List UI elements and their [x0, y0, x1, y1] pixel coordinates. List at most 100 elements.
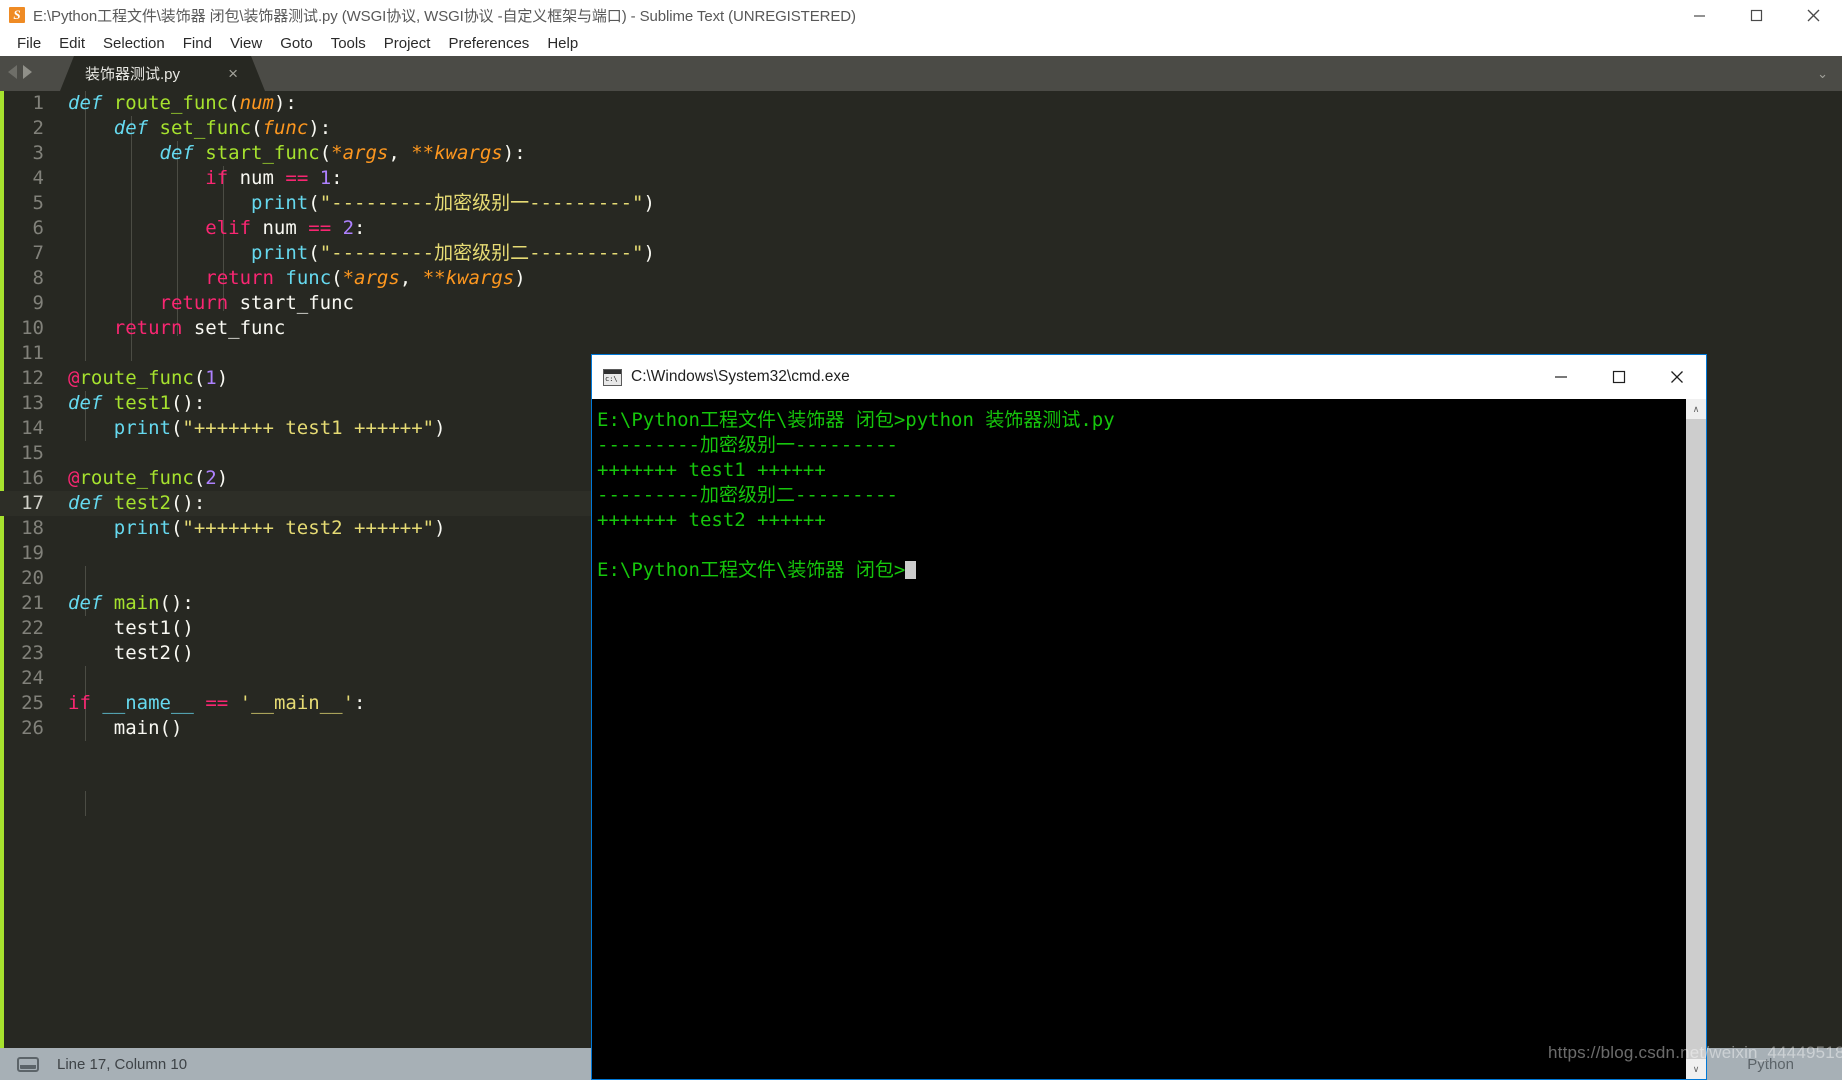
line-number: 24	[21, 667, 44, 689]
minimize-button[interactable]	[1671, 0, 1728, 30]
code-text: @route_func(2)	[68, 467, 229, 489]
code-text: return func(*args, **kwargs)	[205, 267, 526, 289]
code-line[interactable]: 14 print("+++++++ test1 ++++++")	[0, 416, 655, 441]
menu-item-tools[interactable]: Tools	[322, 33, 375, 54]
menu-item-preferences[interactable]: Preferences	[439, 33, 538, 54]
cmd-window[interactable]: C:\Windows\System32\cmd.exe E:\Python工程文…	[591, 354, 1707, 1080]
menu-item-view[interactable]: View	[221, 33, 271, 54]
code-line[interactable]: 22 test1()	[0, 616, 655, 641]
menu-item-find[interactable]: Find	[174, 33, 221, 54]
code-line[interactable]: 9 return start_func	[0, 291, 655, 316]
code-text: return start_func	[159, 292, 354, 314]
chevron-down-icon[interactable]: ⌄	[1817, 67, 1828, 80]
line-number: 18	[21, 517, 44, 539]
cmd-scrollbar[interactable]: ∧ ∨	[1686, 399, 1706, 1079]
scroll-up-icon[interactable]: ∧	[1686, 399, 1706, 419]
code-line[interactable]: 7 print("---------加密级别二---------")	[0, 241, 655, 266]
code-line[interactable]: 17 def test2():	[0, 491, 655, 516]
code-line[interactable]: 20	[0, 566, 655, 591]
code-line[interactable]: 25 if __name__ == '__main__':	[0, 691, 655, 716]
menu-item-file[interactable]: File	[8, 33, 50, 54]
line-number: 1	[32, 92, 44, 114]
indentation-icon[interactable]	[17, 1056, 39, 1072]
code-line[interactable]: 15	[0, 441, 655, 466]
code-line[interactable]: 5 print("---------加密级别一---------")	[0, 191, 655, 216]
code-line[interactable]: 21 def main():	[0, 591, 655, 616]
watermark: https://blog.csdn.net/weixin_44449518	[1548, 1043, 1842, 1062]
code-text: if num == 1:	[205, 167, 343, 189]
tab-decorator-test-py[interactable]: 装饰器测试.py ×	[60, 56, 265, 91]
line-number: 26	[21, 717, 44, 739]
code-line[interactable]: 11	[0, 341, 655, 366]
code-line[interactable]: 16 @route_func(2)	[0, 466, 655, 491]
code-line[interactable]: 4 if num == 1:	[0, 166, 655, 191]
code-line[interactable]: 8 return func(*args, **kwargs)	[0, 266, 655, 291]
cmd-console-output[interactable]: E:\Python工程文件\装饰器 闭包>python 装饰器测试.py ----…	[592, 399, 1706, 1079]
maximize-button[interactable]	[1728, 0, 1785, 30]
code-line[interactable]: 6 elif num == 2:	[0, 216, 655, 241]
cmd-output-text: E:\Python工程文件\装饰器 闭包>python 装饰器测试.py ----…	[597, 408, 1115, 583]
cmd-line: +++++++ test1 ++++++	[597, 459, 826, 481]
nav-prev-icon[interactable]	[8, 65, 17, 79]
code-line[interactable]: 23 test2()	[0, 641, 655, 666]
code-line[interactable]: 12 @route_func(1)	[0, 366, 655, 391]
line-number: 6	[32, 217, 44, 239]
code-line[interactable]: 2 def set_func(func):	[0, 116, 655, 141]
code-text: print("+++++++ test1 ++++++")	[113, 417, 446, 439]
code-text: print("---------加密级别一---------")	[251, 192, 655, 214]
line-number: 23	[21, 642, 44, 664]
code-line[interactable]: 24	[0, 666, 655, 691]
line-number: 4	[32, 167, 44, 189]
menu-item-goto[interactable]: Goto	[271, 33, 322, 54]
line-number: 12	[21, 367, 44, 389]
cmd-close-button[interactable]	[1648, 355, 1706, 399]
code-line[interactable]: 26 main()	[0, 716, 655, 741]
tab-bar: 装饰器测试.py × ⌄	[0, 56, 1842, 91]
scrollbar-thumb[interactable]	[1686, 419, 1706, 1059]
nav-next-icon[interactable]	[23, 65, 32, 79]
cmd-minimize-button[interactable]	[1532, 355, 1590, 399]
line-number: 21	[21, 592, 44, 614]
menu-item-project[interactable]: Project	[375, 33, 440, 54]
code-text: print("---------加密级别二---------")	[251, 242, 655, 264]
code-line[interactable]: 10 return set_func	[0, 316, 655, 341]
code-text: test2()	[68, 642, 194, 664]
code-line[interactable]: 13 def test1():	[0, 391, 655, 416]
code-text: return set_func	[113, 317, 286, 339]
code-text: def test1():	[68, 392, 206, 414]
cmd-line: ---------加密级别二---------	[597, 484, 898, 506]
tab-navigation	[8, 65, 32, 79]
line-number: 15	[21, 442, 44, 464]
line-number: 17	[21, 492, 44, 514]
code-line[interactable]: 3 def start_func(*args, **kwargs):	[0, 141, 655, 166]
code-text: @route_func(1)	[68, 367, 229, 389]
line-number: 16	[21, 467, 44, 489]
code-text: def test2():	[68, 492, 206, 514]
code-text: if __name__ == '__main__':	[68, 692, 366, 714]
cmd-window-title: C:\Windows\System32\cmd.exe	[631, 368, 850, 385]
close-icon[interactable]: ×	[228, 65, 238, 82]
line-number: 13	[21, 392, 44, 414]
menu-item-help[interactable]: Help	[538, 33, 587, 54]
cmd-title-bar: C:\Windows\System32\cmd.exe	[592, 355, 1706, 399]
cmd-window-controls	[1532, 355, 1706, 399]
line-number: 22	[21, 617, 44, 639]
menu-item-edit[interactable]: Edit	[50, 33, 94, 54]
line-number: 7	[32, 242, 44, 264]
cmd-icon	[603, 368, 622, 386]
line-number: 8	[32, 267, 44, 289]
sublime-text-icon	[9, 5, 25, 25]
line-number: 10	[21, 317, 44, 339]
menu-item-selection[interactable]: Selection	[94, 33, 174, 54]
code-line[interactable]: 19	[0, 541, 655, 566]
code-line[interactable]: 18 print("+++++++ test2 ++++++")	[0, 516, 655, 541]
line-number: 5	[32, 192, 44, 214]
cmd-line: E:\Python工程文件\装饰器 闭包>	[597, 558, 1115, 583]
code-text: main()	[68, 717, 183, 739]
code-line[interactable]: 1 def route_func(num):	[0, 91, 655, 116]
code-text: def set_func(func):	[113, 117, 332, 139]
cmd-maximize-button[interactable]	[1590, 355, 1648, 399]
close-button[interactable]	[1785, 0, 1842, 30]
menu-bar: File Edit Selection Find View Goto Tools Projec…	[0, 30, 1842, 56]
cmd-line	[597, 533, 1115, 558]
